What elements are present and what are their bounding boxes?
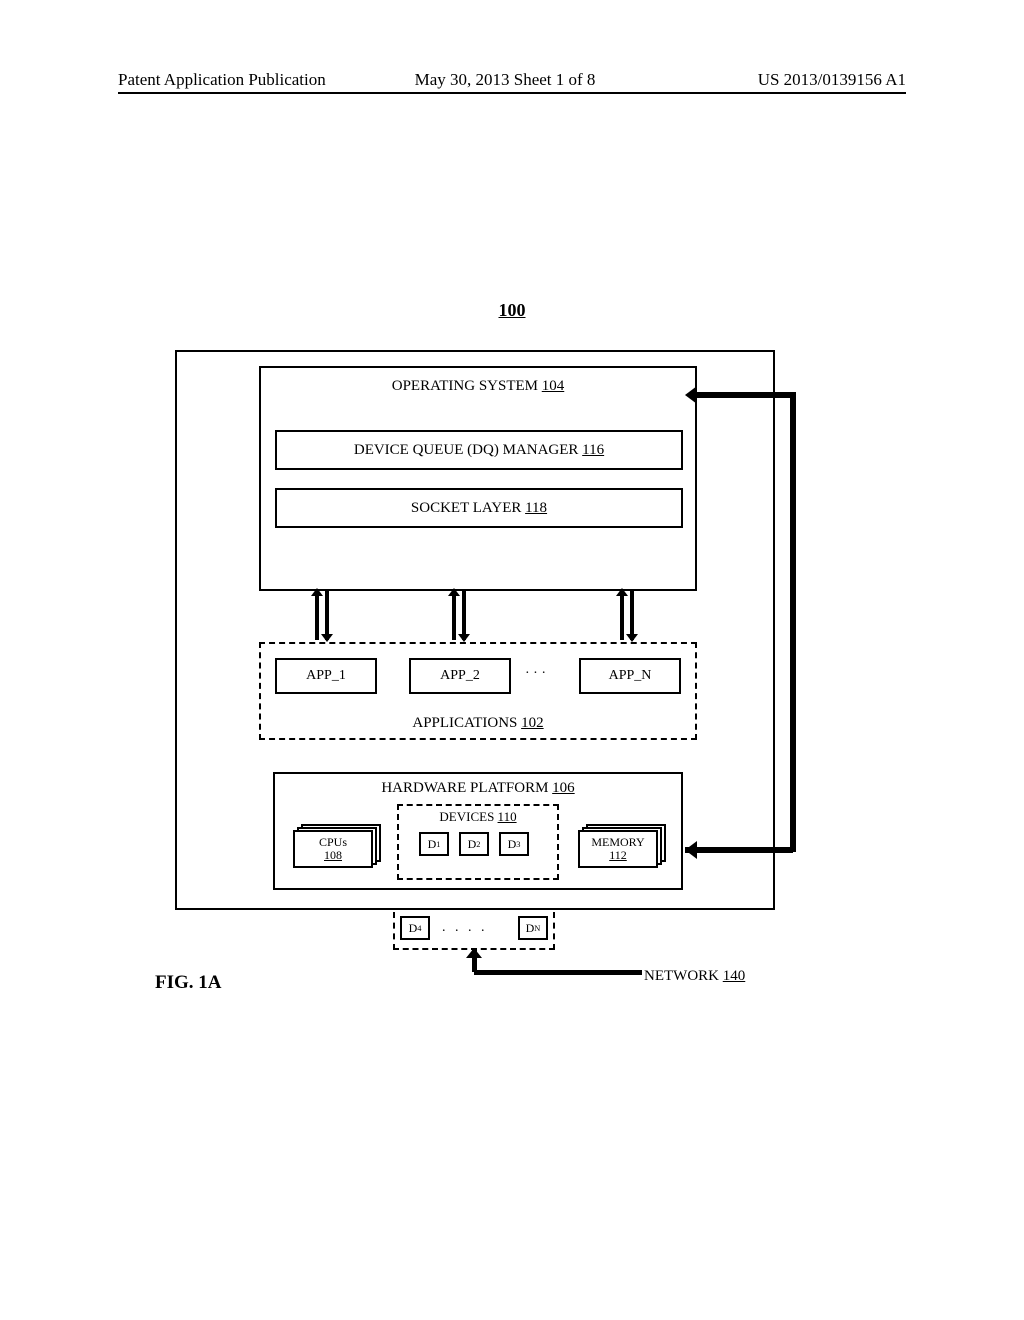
operating-system-box: OPERATING SYSTEM 104 DEVICE QUEUE (DQ) M… bbox=[259, 366, 697, 591]
os-app1-arrows bbox=[315, 590, 327, 640]
dq-ref: 116 bbox=[582, 442, 604, 459]
devices-group-box: DEVICES 110 D1 D2 D3 bbox=[397, 804, 559, 880]
socket-layer-box: SOCKET LAYER 118 bbox=[275, 488, 683, 528]
memory-stack: MEMORY 112 bbox=[578, 824, 666, 868]
device-dn: DN bbox=[518, 916, 548, 940]
header-rule bbox=[118, 92, 906, 94]
figure-number: 100 bbox=[0, 300, 1024, 321]
device-ellipsis: . . . . bbox=[442, 920, 488, 936]
dq-manager-box: DEVICE QUEUE (DQ) MANAGER 116 bbox=[275, 430, 683, 470]
connector-right-v bbox=[790, 392, 796, 852]
memory-box: MEMORY 112 bbox=[578, 830, 658, 868]
applications-label: APPLICATIONS 102 bbox=[261, 715, 695, 732]
hardware-title-text: HARDWARE PLATFORM bbox=[381, 780, 548, 796]
network-label: NETWORK 140 bbox=[644, 968, 745, 985]
os-appn-arrows bbox=[620, 590, 632, 640]
os-title: OPERATING SYSTEM 104 bbox=[261, 378, 695, 395]
header-right: US 2013/0139156 A1 bbox=[758, 70, 906, 90]
app-1-box: APP_1 bbox=[275, 658, 377, 694]
applications-label-ref: 102 bbox=[521, 715, 544, 731]
app-n-box: APP_N bbox=[579, 658, 681, 694]
os-title-text: OPERATING SYSTEM bbox=[392, 378, 538, 394]
device-d2: D2 bbox=[459, 832, 489, 856]
hardware-platform-box: HARDWARE PLATFORM 106 CPUs 108 DEVICES 1… bbox=[273, 772, 683, 890]
memory-ref: 112 bbox=[609, 849, 627, 862]
app-2-box: APP_2 bbox=[409, 658, 511, 694]
cpus-box: CPUs 108 bbox=[293, 830, 373, 868]
page: Patent Application Publication May 30, 2… bbox=[0, 0, 1024, 1320]
connector-os-right-h bbox=[697, 392, 793, 398]
system-outer-box: OPERATING SYSTEM 104 DEVICE QUEUE (DQ) M… bbox=[175, 350, 775, 910]
figure-label: FIG. 1A bbox=[155, 972, 222, 994]
hardware-title: HARDWARE PLATFORM 106 bbox=[275, 780, 681, 797]
devices-title: DEVICES 110 bbox=[399, 809, 557, 825]
devices-title-text: DEVICES bbox=[439, 809, 494, 824]
devices-title-ref: 110 bbox=[498, 809, 517, 824]
network-connector-h bbox=[474, 970, 642, 975]
header-left: Patent Application Publication bbox=[118, 70, 326, 90]
network-ref: 140 bbox=[723, 968, 746, 984]
device-d1: D1 bbox=[419, 832, 449, 856]
os-app2-arrows bbox=[452, 590, 464, 640]
header-center: May 30, 2013 Sheet 1 of 8 bbox=[370, 70, 640, 90]
os-title-ref: 104 bbox=[542, 378, 565, 394]
socket-ref: 118 bbox=[525, 500, 547, 517]
applications-label-text: APPLICATIONS bbox=[412, 715, 517, 731]
device-d4: D4 bbox=[400, 916, 430, 940]
connector-hw-right-h bbox=[685, 847, 793, 853]
dq-text: DEVICE QUEUE (DQ) MANAGER bbox=[354, 442, 579, 459]
applications-group-box: APP_1 APP_2 · · · APP_N APPLICATIONS 102 bbox=[259, 642, 697, 740]
device-d3: D3 bbox=[499, 832, 529, 856]
cpus-ref: 108 bbox=[324, 849, 342, 862]
hardware-title-ref: 106 bbox=[552, 780, 575, 796]
cpus-stack: CPUs 108 bbox=[293, 824, 381, 868]
app-ellipsis: · · · bbox=[525, 666, 546, 682]
socket-text: SOCKET LAYER bbox=[411, 500, 521, 517]
network-text: NETWORK bbox=[644, 968, 719, 984]
